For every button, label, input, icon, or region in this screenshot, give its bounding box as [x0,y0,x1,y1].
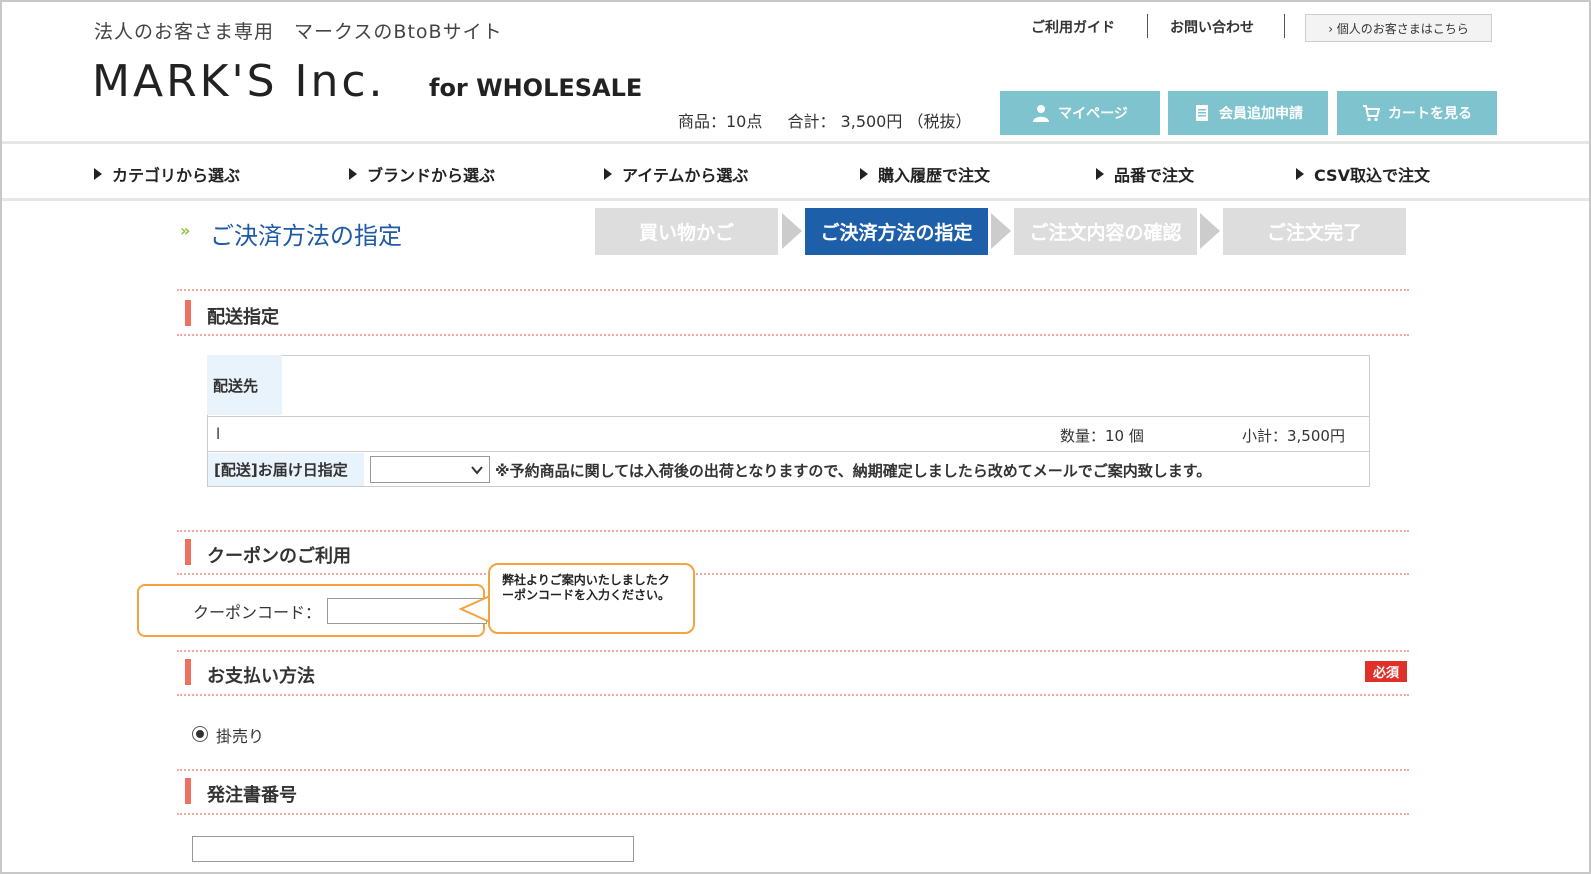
user-icon [1033,105,1050,122]
nav-divider-line [2,198,1589,201]
step-chevron-icon [1200,213,1220,249]
section-dotted-line [177,334,1409,336]
member-add-button[interactable]: 会員追加申請 [1168,91,1328,135]
subtotal-text: 小計：3,500円 [1242,427,1345,445]
required-badge: 必須 [1365,661,1407,682]
section-dotted-line [177,769,1409,771]
nav-brand[interactable]: ブランドから選ぶ [349,162,495,186]
delivery-date-select[interactable] [370,456,490,483]
cart-icon [1363,105,1380,122]
nav-category[interactable]: カテゴリから選ぶ [94,162,240,186]
chevron-down-icon [471,466,483,475]
section-dotted-line [177,530,1409,532]
personal-customer-button[interactable]: › 個人のお客さまはこちら [1305,14,1492,42]
item-marker: l [216,425,221,443]
view-cart-button[interactable]: カートを見る [1337,91,1497,135]
page-title: ご決済方法の指定 [210,222,402,250]
step-confirm: ご注文内容の確認 [1014,208,1197,255]
contact-link[interactable]: お問い合わせ [1170,17,1254,37]
step-chevron-icon [782,213,802,249]
main-nav: カテゴリから選ぶ ブランドから選ぶ アイテムから選ぶ 購入履歴で注文 品番で注文… [2,145,1589,199]
member-add-label: 会員追加申請 [1219,106,1303,122]
section-accent-bar [185,300,191,326]
section-dotted-line [177,573,1409,575]
mypage-label: マイページ [1058,106,1128,122]
po-section-title: 発注書番号 [207,785,297,806]
step-cart: 買い物かご [595,208,778,255]
mypage-button[interactable]: マイページ [1000,91,1160,135]
table-row-divider [207,451,1370,452]
site-logo-sub: for WHOLESALE [429,74,643,102]
table-row-divider [207,416,1370,417]
cart-item-count: 商品：10点 [678,112,763,131]
section-accent-bar [185,659,191,685]
po-number-input[interactable] [192,836,634,862]
cart-summary: 商品：10点 合計： 3,500円 （税抜） [678,108,991,132]
payment-option-label: 掛売り [216,727,265,746]
cart-total: 合計： 3,500円 （税抜） [787,112,972,131]
header-divider [1284,14,1285,38]
nav-purchase-history[interactable]: 購入履歴で注文 [860,162,990,186]
coupon-code-label: クーポンコード： [193,603,322,622]
document-icon [1196,105,1208,121]
nav-item[interactable]: アイテムから選ぶ [604,162,748,186]
delivery-note: ※予約商品に関しては入荷後の出荷となりますので、納期確定しましたら改めてメールで… [495,462,1212,480]
payment-section-title: お支払い方法 [207,666,315,687]
step-chevron-icon [991,213,1011,249]
payment-credit-radio[interactable] [192,726,208,742]
step-payment: ご決済方法の指定 [805,208,988,255]
section-accent-bar [185,778,191,804]
guide-link[interactable]: ご利用ガイド [1031,17,1115,37]
site-tagline: 法人のお客さま専用 マークスのBtoBサイト [94,21,503,43]
section-dotted-line [177,289,1409,291]
header-divider [1147,14,1148,38]
site-logo[interactable]: MARK'S Inc. [92,60,386,104]
delivery-date-label: [配送]お届け日指定 [208,453,364,486]
section-dotted-line [177,694,1409,696]
section-dotted-line [177,650,1409,652]
nav-order-by-number[interactable]: 品番で注文 [1096,162,1194,186]
coupon-section-title: クーポンのご利用 [207,546,351,567]
coupon-callout: 弊社よりご案内いたしましたクーポンコードを入力ください。 [488,563,695,634]
page-frame: 法人のお客さま専用 マークスのBtoBサイト MARK'S Inc. for W… [0,0,1591,874]
view-cart-label: カートを見る [1388,106,1472,122]
header-divider-line [2,141,1589,144]
title-arrow-icon: » [180,221,191,240]
step-complete: ご注文完了 [1223,208,1406,255]
nav-csv-import[interactable]: CSV取込で注文 [1296,162,1430,186]
quantity-text: 数量：10 個 [1060,427,1144,445]
shipping-section-title: 配送指定 [207,307,279,328]
destination-label: 配送先 [207,355,282,415]
section-accent-bar [185,539,191,565]
section-dotted-line [177,813,1409,815]
